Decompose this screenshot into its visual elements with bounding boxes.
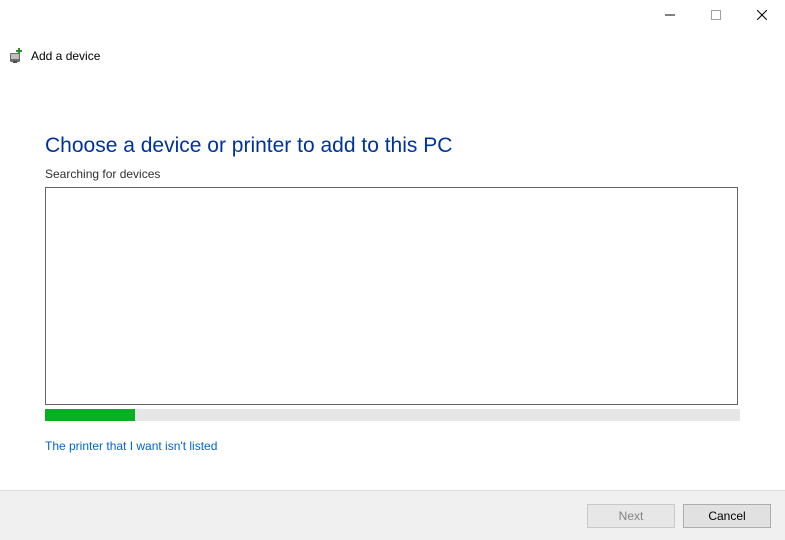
maximize-button xyxy=(693,0,739,30)
progress-bar xyxy=(45,409,740,421)
close-button[interactable] xyxy=(739,0,785,30)
device-list[interactable] xyxy=(45,187,738,405)
window-controls xyxy=(647,0,785,30)
device-icon xyxy=(9,48,25,64)
cancel-button[interactable]: Cancel xyxy=(683,504,771,528)
maximize-icon xyxy=(711,10,721,20)
progress-fill xyxy=(45,409,135,421)
wizard-footer: Next Cancel xyxy=(0,490,785,540)
page-heading: Choose a device or printer to add to thi… xyxy=(45,132,740,159)
close-icon xyxy=(757,10,767,20)
next-button: Next xyxy=(587,504,675,528)
window-title: Add a device xyxy=(31,49,100,63)
minimize-icon xyxy=(665,10,675,20)
wizard-content: Choose a device or printer to add to thi… xyxy=(45,132,740,453)
status-text: Searching for devices xyxy=(45,167,740,181)
printer-not-listed-link[interactable]: The printer that I want isn't listed xyxy=(45,439,217,453)
wizard-header: Add a device xyxy=(9,48,100,64)
minimize-button[interactable] xyxy=(647,0,693,30)
